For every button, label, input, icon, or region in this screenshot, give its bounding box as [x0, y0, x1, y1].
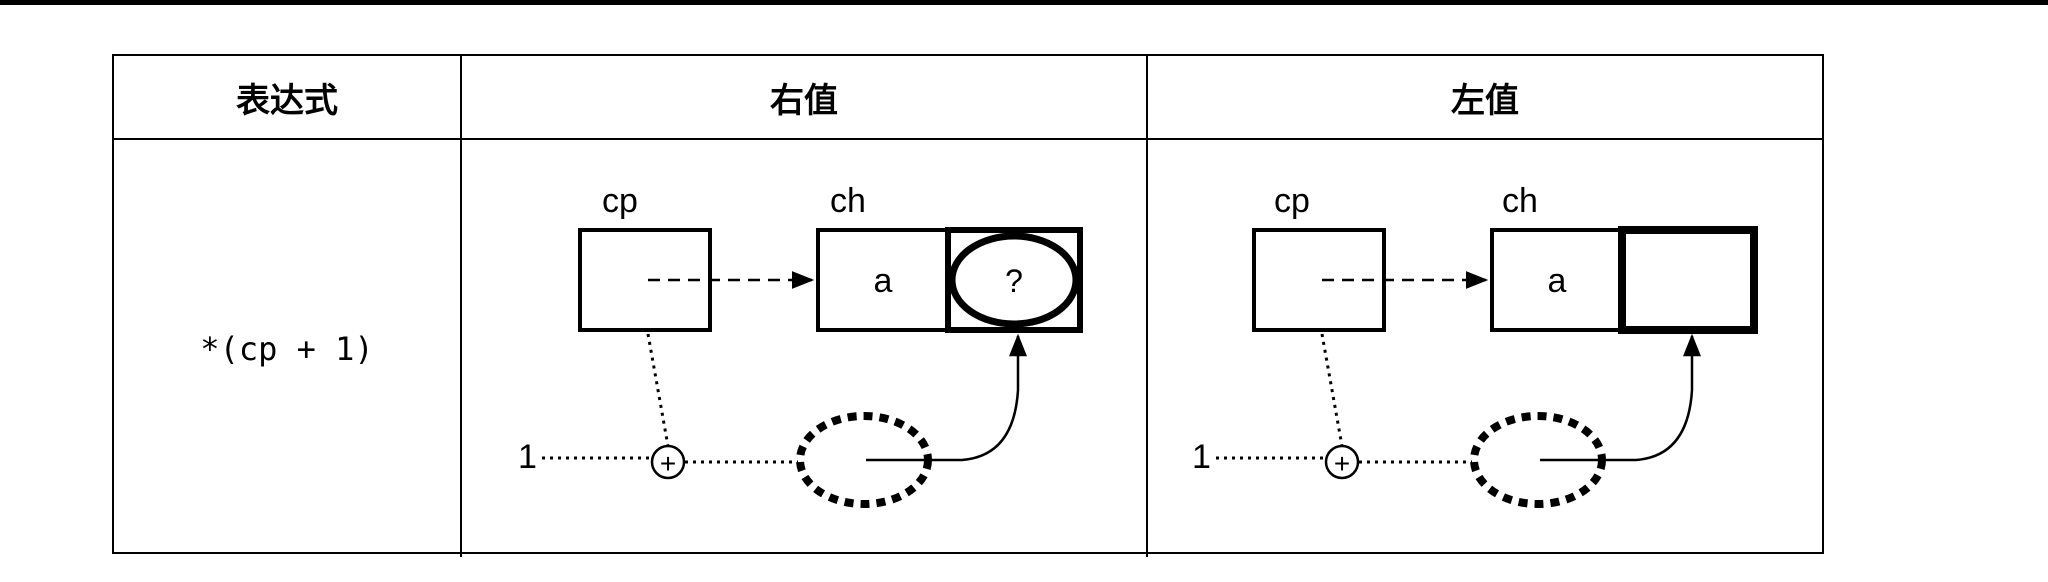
cp-to-plus-line	[646, 333, 670, 447]
top-rule	[0, 0, 2048, 5]
lvalue-diagram: cp ch a 1 +	[1192, 182, 1758, 508]
cp-label: cp	[602, 182, 638, 220]
header-lvalue: 左值	[1148, 56, 1822, 140]
cp-to-plus-line	[1320, 333, 1344, 447]
ch-label: ch	[1502, 182, 1538, 220]
ch-element-1	[1618, 226, 1758, 334]
rvalue-cell: cp ch a ? 1 +	[462, 140, 1148, 557]
rvalue-diagram: cp ch a ? 1 +	[518, 182, 1083, 508]
rvalue-result-value: ?	[1005, 263, 1023, 299]
expression-cell: *(cp + 1)	[114, 140, 462, 557]
lvalue-rvalue-table: 表达式 右值 左值 *(cp + 1) cp ch a ? 1 + cp ch …	[112, 54, 1824, 557]
plus-operator: +	[1334, 448, 1350, 479]
ch-element-0-value: a	[874, 262, 893, 300]
header-expression: 表达式	[114, 56, 462, 140]
sum-to-element-arrow	[1540, 333, 1701, 462]
lvalue-cell: cp ch a 1 +	[1148, 140, 1822, 557]
expression-text: *(cp + 1)	[200, 329, 374, 368]
plus-operator: +	[660, 448, 676, 479]
header-rvalue: 右值	[462, 56, 1148, 140]
ch-element-0-value: a	[1548, 262, 1567, 300]
cp-label: cp	[1274, 182, 1310, 220]
constant-one: 1	[518, 438, 537, 476]
constant-one: 1	[1192, 438, 1211, 476]
sum-to-element-arrow	[866, 333, 1027, 462]
ch-label: ch	[830, 182, 866, 220]
